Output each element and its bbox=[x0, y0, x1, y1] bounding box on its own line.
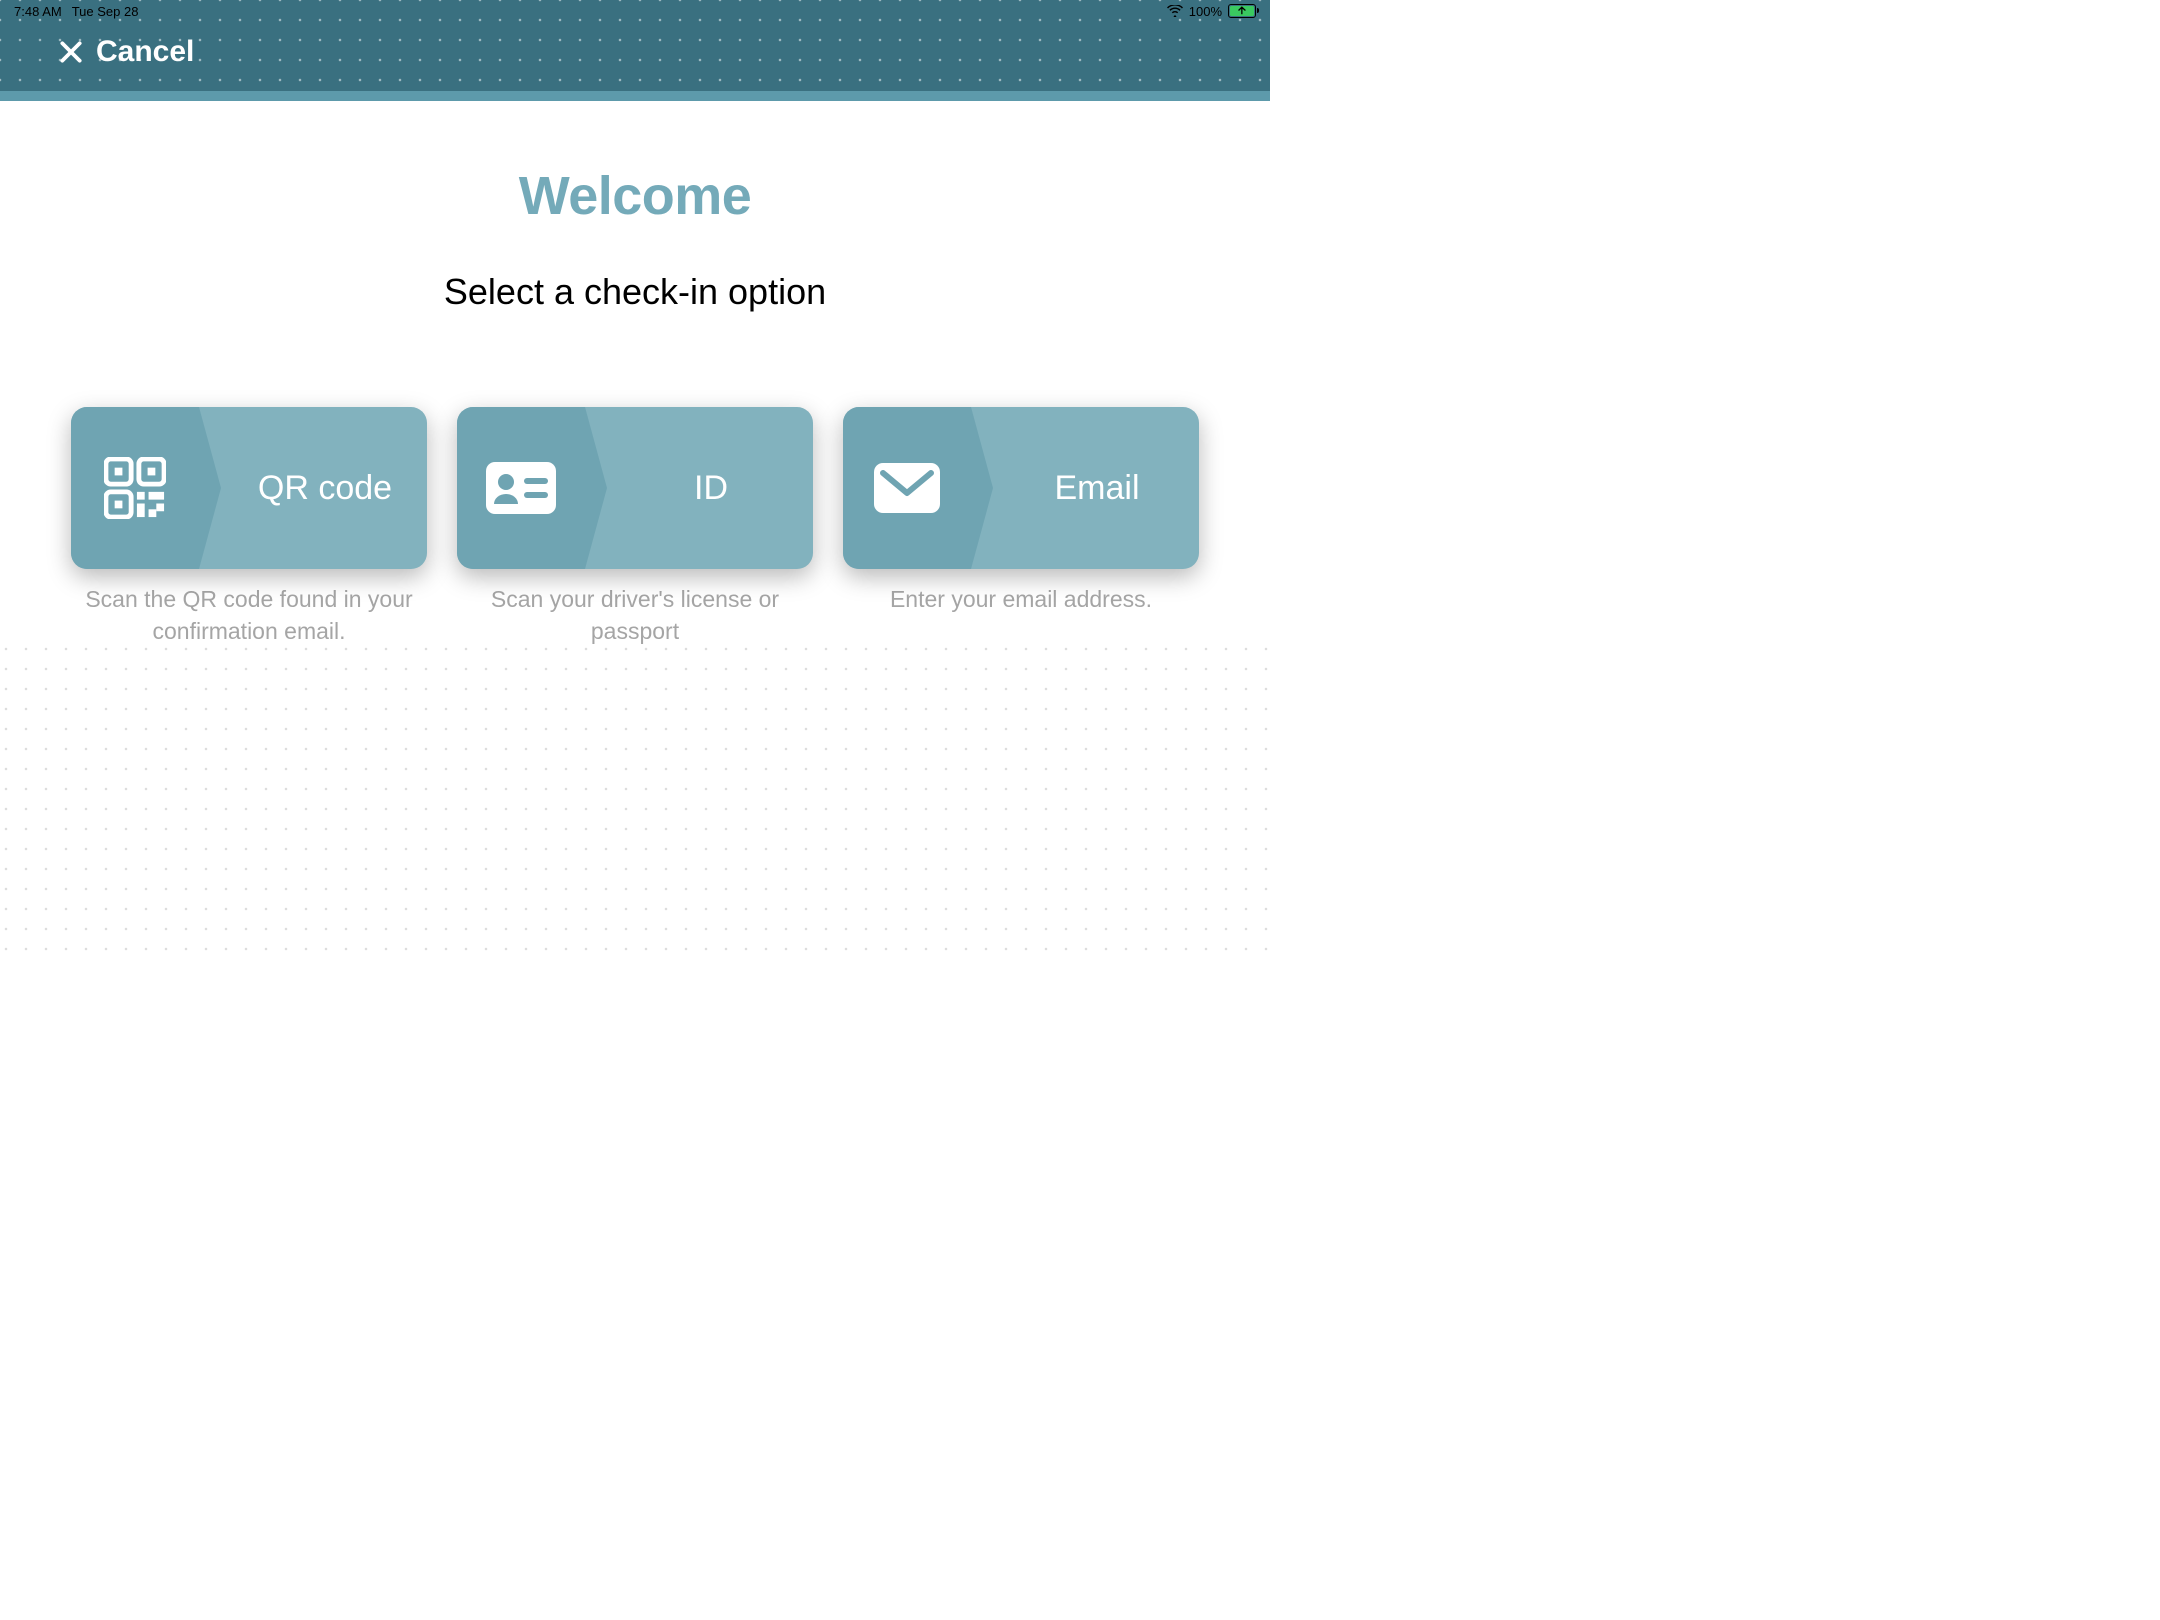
option-column-qr: QR code Scan the QR code found in your c… bbox=[71, 407, 427, 647]
cancel-button[interactable]: Cancel bbox=[58, 35, 194, 69]
background-dots bbox=[0, 646, 1270, 953]
option-card-id[interactable]: ID bbox=[457, 407, 813, 569]
main-content: Welcome Select a check-in option bbox=[0, 101, 1270, 953]
option-label-id: ID bbox=[694, 469, 728, 508]
header-accent bbox=[0, 91, 1270, 101]
qr-code-icon bbox=[104, 457, 166, 519]
cancel-label: Cancel bbox=[96, 35, 194, 69]
option-column-id: ID Scan your driver's license or passpor… bbox=[457, 407, 813, 647]
id-card-icon bbox=[486, 462, 556, 514]
page-title: Welcome bbox=[0, 165, 1270, 227]
status-bar: 7:48 AM Tue Sep 28 100% 𐌣 bbox=[0, 0, 1270, 18]
email-icon bbox=[874, 463, 940, 513]
status-time: 7:48 AM bbox=[14, 4, 62, 19]
option-column-email: Email Enter your email address. bbox=[843, 407, 1199, 647]
status-date: Tue Sep 28 bbox=[72, 4, 139, 19]
option-card-qr[interactable]: QR code bbox=[71, 407, 427, 569]
options-row: QR code Scan the QR code found in your c… bbox=[0, 407, 1270, 647]
option-desc-id: Scan your driver's license or passport bbox=[465, 583, 805, 647]
close-icon bbox=[58, 39, 84, 65]
option-label-email: Email bbox=[1054, 469, 1139, 508]
option-desc-email: Enter your email address. bbox=[851, 583, 1191, 615]
option-label-qr: QR code bbox=[258, 469, 392, 508]
wifi-icon bbox=[1167, 5, 1183, 17]
option-desc-qr: Scan the QR code found in your confirmat… bbox=[79, 583, 419, 647]
battery-icon: 𐌣 bbox=[1228, 4, 1256, 18]
option-card-email[interactable]: Email bbox=[843, 407, 1199, 569]
page-subtitle: Select a check-in option bbox=[0, 271, 1270, 313]
battery-percent: 100% bbox=[1189, 4, 1222, 19]
